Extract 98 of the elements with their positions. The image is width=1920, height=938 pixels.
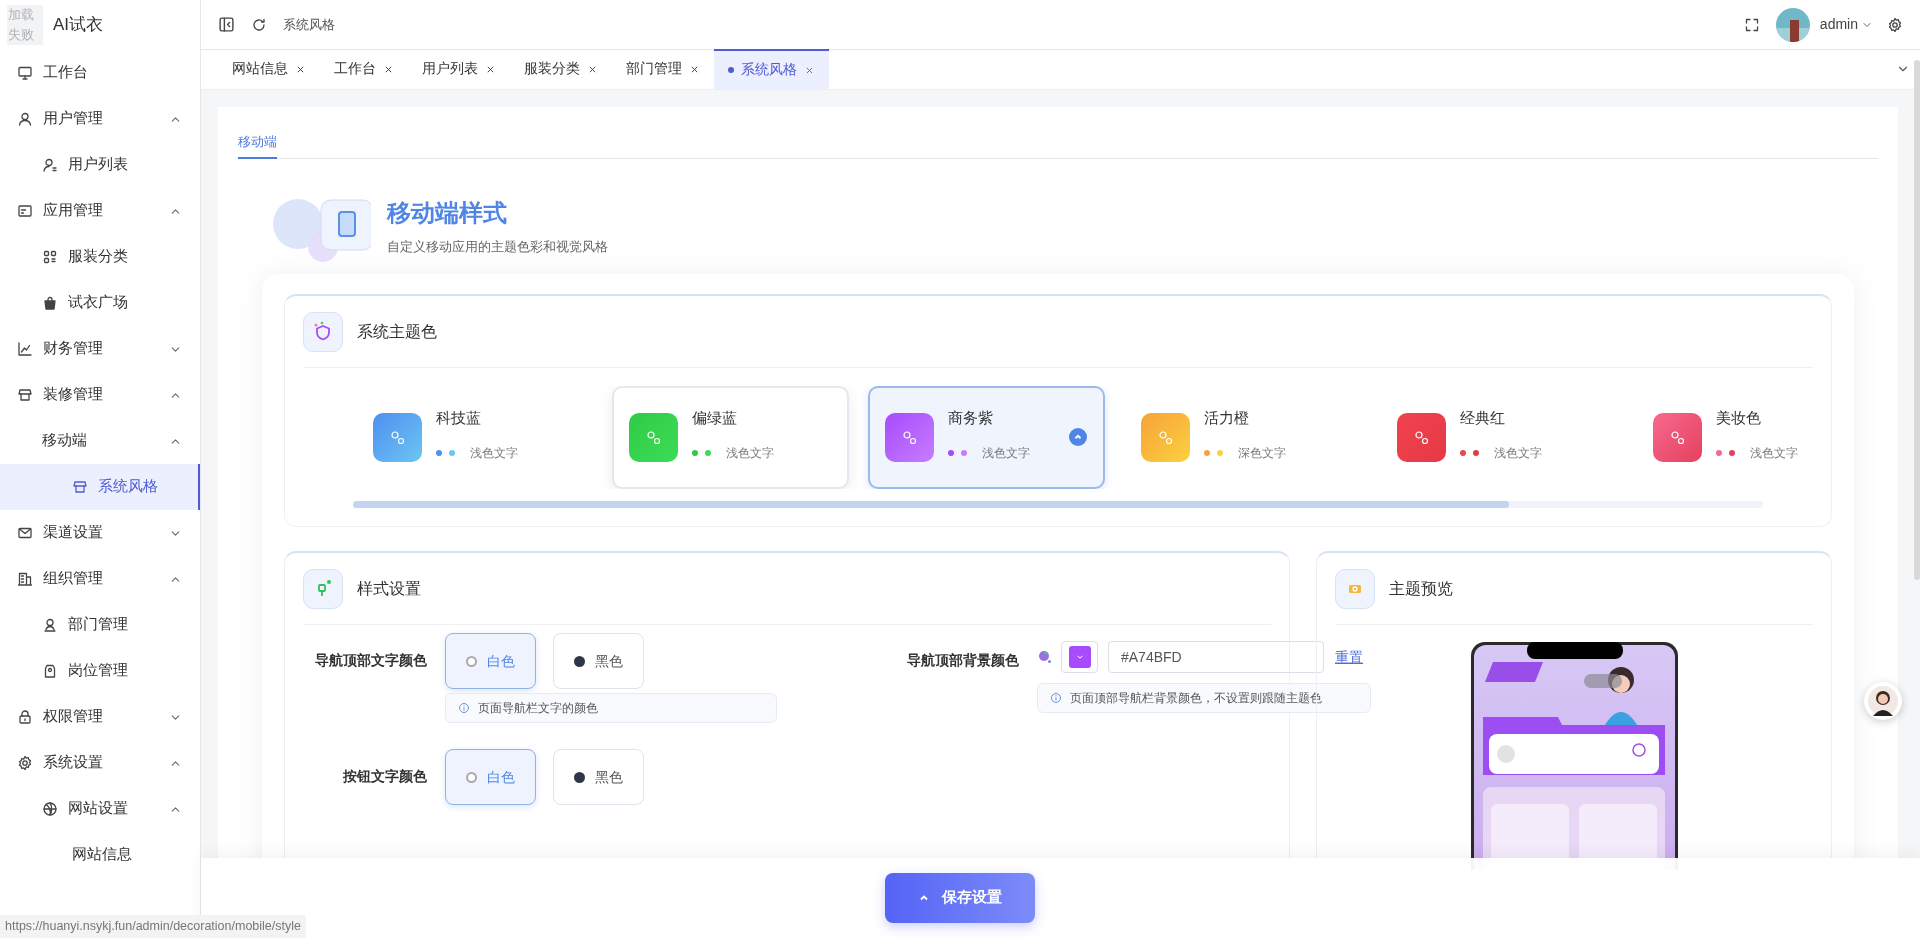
sidebar-item[interactable]: 网站设置: [0, 786, 200, 832]
sidebar-toggle-icon[interactable]: [218, 16, 235, 33]
app-title: AI试衣: [53, 14, 104, 37]
tab[interactable]: 服装分类: [510, 49, 612, 89]
shield-icon: [303, 311, 343, 352]
theme-note: 浅色文字: [726, 444, 774, 462]
field-label: 导航顶部背景颜色: [907, 651, 1020, 670]
sidebar-item[interactable]: 工作台: [0, 50, 200, 96]
theme-card[interactable]: 活力橙 深色文字: [1124, 386, 1361, 489]
sidebar-item[interactable]: 权限管理: [0, 694, 200, 740]
save-button[interactable]: 保存设置: [885, 873, 1035, 923]
theme-note: 深色文字: [1238, 444, 1286, 462]
sidebar-item[interactable]: 组织管理: [0, 556, 200, 602]
section-title: 主题预览: [1389, 578, 1453, 599]
theme-name: 商务紫: [948, 408, 994, 429]
color-swatch: [629, 413, 678, 462]
mail-icon: [17, 525, 33, 541]
sidebar-item[interactable]: 移动端: [0, 418, 200, 464]
sidebar-item[interactable]: 用户列表: [0, 142, 200, 188]
sidebar-item[interactable]: 用户管理: [0, 96, 200, 142]
page-subtitle: 自定义移动应用的主题色彩和视觉风格: [387, 237, 608, 256]
avatar[interactable]: [1775, 7, 1810, 42]
tab[interactable]: 工作台: [320, 49, 408, 89]
sidebar-item[interactable]: 服装分类: [0, 234, 200, 280]
broken-image: 加载失败: [7, 5, 43, 45]
breadcrumb: 系统风格: [283, 15, 336, 34]
info-icon: [458, 702, 470, 714]
theme-name: 科技蓝: [436, 408, 482, 429]
color-input[interactable]: #A74BFD: [1108, 641, 1324, 673]
palette-icon: [1037, 649, 1053, 665]
sidebar-item[interactable]: 装修管理: [0, 372, 200, 418]
sidebar-item[interactable]: 系统设置: [0, 740, 200, 786]
sidebar-item[interactable]: 财务管理: [0, 326, 200, 372]
sidebar-item[interactable]: 应用管理: [0, 188, 200, 234]
field-label: 导航顶部文字颜色: [314, 651, 428, 670]
status-url: https://huanyi.nsykj.fun/admin/decoration/mobile/style: [0, 915, 306, 938]
grid-icon: [42, 249, 58, 265]
color-swatch: [885, 413, 934, 462]
card-icon: [17, 203, 33, 219]
color-swatch: [373, 413, 422, 462]
user-list-icon: [42, 157, 58, 173]
settings-icon[interactable]: [1887, 16, 1903, 33]
theme-name: 经典红: [1460, 408, 1506, 429]
theme-name: 偏绿蓝: [692, 408, 738, 429]
color-option[interactable]: 黑色: [553, 633, 644, 689]
theme-card[interactable]: 商务紫 浅色文字: [868, 386, 1105, 489]
awning-icon: [72, 479, 88, 495]
user-icon: [17, 111, 33, 127]
theme-card[interactable]: 科技蓝 浅色文字: [356, 386, 593, 489]
refresh-icon[interactable]: [251, 16, 267, 33]
theme-note: 浅色文字: [1494, 444, 1542, 462]
gear-icon: [17, 755, 33, 771]
theme-card[interactable]: 经典红 浅色文字: [1380, 386, 1617, 489]
hint-box: 页面导航栏文字的颜色: [445, 693, 777, 723]
theme-card[interactable]: 偏绿蓝 浅色文字: [612, 386, 849, 489]
color-swatch: [1141, 413, 1190, 462]
awning-icon: [17, 387, 33, 403]
theme-note: 浅色文字: [982, 444, 1030, 462]
color-swatch: [1397, 413, 1446, 462]
color-option[interactable]: 黑色: [553, 749, 644, 805]
section-title: 样式设置: [357, 578, 421, 599]
user-icon: [42, 617, 58, 633]
tab[interactable]: 部门管理: [612, 49, 714, 89]
color-picker[interactable]: [1061, 641, 1098, 673]
tab[interactable]: 用户列表: [408, 49, 510, 89]
theme-note: 浅色文字: [1750, 444, 1798, 462]
fullscreen-icon[interactable]: [1743, 16, 1760, 33]
sidebar-item[interactable]: 系统风格: [0, 464, 200, 510]
reset-link[interactable]: 重置: [1335, 646, 1363, 668]
user-menu[interactable]: admin: [1819, 14, 1873, 35]
sidebar-item[interactable]: 渠道设置: [0, 510, 200, 556]
selected-chevron-icon: [1069, 428, 1087, 446]
sidebar-item[interactable]: 网站信息: [0, 832, 200, 878]
theme-note: 浅色文字: [470, 444, 518, 462]
page-title: 移动端样式: [387, 197, 508, 228]
ball-icon: [42, 801, 58, 817]
field-label: 按钮文字颜色: [342, 767, 428, 786]
tag-icon: [42, 663, 58, 679]
lock-icon: [17, 709, 33, 725]
section-title: 系统主题色: [357, 321, 437, 342]
theme-name: 活力橙: [1204, 408, 1250, 429]
ticket-icon: [1335, 568, 1375, 609]
info-icon: [1050, 692, 1062, 704]
bag-icon: [42, 295, 58, 311]
scrollbar[interactable]: [353, 501, 1510, 508]
pin-icon: [303, 568, 343, 609]
monitor-icon: [17, 65, 33, 81]
building-icon: [17, 571, 33, 587]
sidebar-item[interactable]: 部门管理: [0, 602, 200, 648]
theme-name: 美妆色: [1716, 408, 1762, 429]
chart-icon: [17, 341, 33, 357]
tab[interactable]: 网站信息: [218, 49, 320, 89]
sidebar-item[interactable]: 试衣广场: [0, 280, 200, 326]
theme-card[interactable]: 美妆色 浅色文字: [1636, 386, 1813, 489]
tab[interactable]: 移动端: [238, 127, 277, 159]
sidebar-item[interactable]: 岗位管理: [0, 648, 200, 694]
tab[interactable]: 系统风格: [714, 49, 829, 89]
color-swatch: [1653, 413, 1702, 462]
